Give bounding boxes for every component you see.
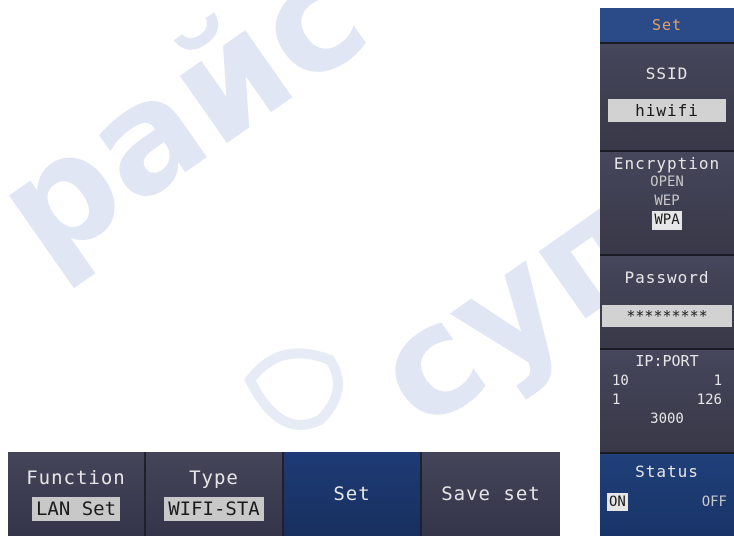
password-item[interactable]: Password *********: [600, 254, 734, 348]
function-label: Function: [26, 467, 126, 489]
password-value: *********: [602, 305, 732, 327]
ssid-label: SSID: [645, 64, 689, 83]
watermark-text-left: райс: [0, 0, 396, 299]
save-set-softkey[interactable]: Save set: [422, 452, 560, 536]
status-item[interactable]: Status ON OFF: [600, 452, 734, 536]
ip-row-2: 1 126: [612, 391, 722, 410]
type-label: Type: [189, 467, 239, 489]
set-softkey[interactable]: Set: [284, 452, 422, 536]
menu-title: Set: [600, 8, 734, 42]
function-value: LAN Set: [31, 497, 121, 521]
status-toggle[interactable]: ON OFF: [607, 493, 727, 511]
softkey-bar: Function LAN Set Type WIFI-STA Set Save …: [8, 452, 560, 536]
port-value: 3000: [650, 411, 684, 427]
encryption-item[interactable]: Encryption OPEN WEP WPA: [600, 150, 734, 254]
ip-octet-4: 126: [696, 392, 722, 408]
function-softkey[interactable]: Function LAN Set: [8, 452, 146, 536]
ip-octet-3: 1: [612, 392, 621, 408]
password-label: Password: [624, 268, 710, 287]
save-set-label: Save set: [441, 483, 541, 505]
settings-menu: Set SSID hiwifi Encryption OPEN WEP WPA …: [600, 8, 734, 536]
ip-port-label: IP:PORT: [635, 352, 699, 370]
type-softkey[interactable]: Type WIFI-STA: [146, 452, 284, 536]
ip-port-item[interactable]: IP:PORT 10 1 1 126 3000: [600, 348, 734, 452]
encryption-option-open: OPEN: [650, 174, 684, 190]
set-label: Set: [333, 483, 371, 505]
encryption-label: Encryption: [613, 154, 721, 173]
ssid-item[interactable]: SSID hiwifi: [600, 42, 734, 150]
watermark-logo: [244, 348, 343, 430]
status-off: OFF: [701, 494, 727, 510]
encryption-option-wep: WEP: [654, 193, 680, 209]
ssid-value: hiwifi: [608, 99, 726, 122]
status-on: ON: [607, 493, 628, 511]
type-value: WIFI-STA: [164, 497, 264, 521]
encryption-option-wpa: WPA: [652, 211, 682, 230]
status-label: Status: [635, 462, 699, 481]
ip-octet-1: 10: [612, 373, 629, 389]
ip-octet-2: 1: [713, 373, 722, 389]
ip-row-1: 10 1: [612, 372, 722, 391]
